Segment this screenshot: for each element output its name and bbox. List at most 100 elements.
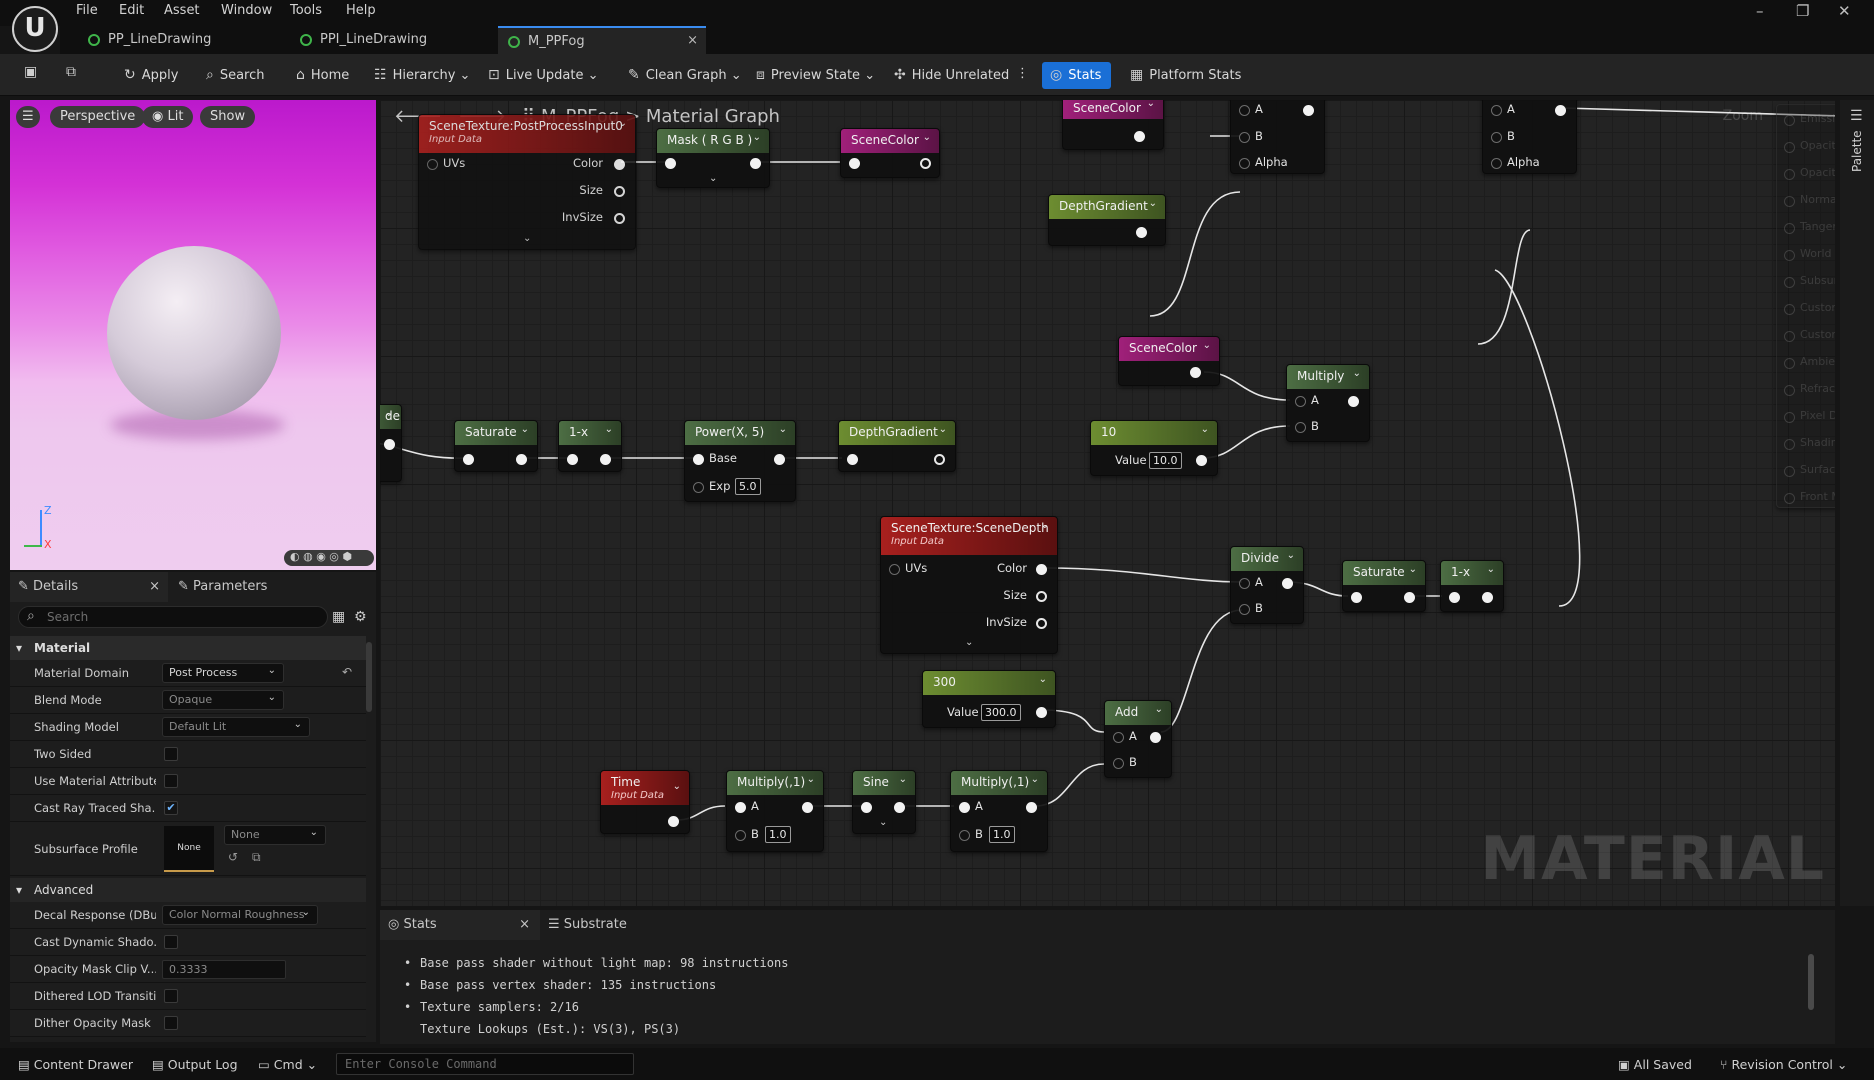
perspective-button[interactable]: Perspective [50,106,146,128]
pin-a[interactable] [1113,732,1124,743]
result-pin[interactable] [1784,115,1795,126]
result-pin[interactable] [1784,358,1795,369]
result-pin[interactable] [1784,223,1795,234]
node-multiply-mid[interactable]: Multiply ⌄ A B [1286,364,1370,442]
pin-b[interactable] [1239,604,1250,615]
content-drawer-button[interactable]: ▤ Content Drawer [18,1057,133,1072]
pin-invsize-out[interactable] [1036,618,1047,629]
result-pin[interactable] [1784,169,1795,180]
pin-uvs[interactable] [427,159,438,170]
output-log-button[interactable]: ▤ Output Log [152,1057,238,1072]
pin-input[interactable] [463,454,474,465]
pin-output[interactable] [600,454,611,465]
result-pin[interactable] [1784,493,1795,504]
pin-alpha[interactable] [1491,158,1502,169]
viewport-menu-icon[interactable]: ☰ [16,106,40,128]
close-stats-icon[interactable]: × [519,917,530,932]
pin-input[interactable] [849,158,860,169]
hierarchy-button[interactable]: ☷ Hierarchy ⌄ [374,67,470,83]
cast-ray-traced-checkbox[interactable]: ✔ [164,801,178,815]
pin-b[interactable] [1491,132,1502,143]
use-selected-icon[interactable]: ↺ [228,850,238,864]
pin-input[interactable] [567,454,578,465]
material-graph-canvas[interactable]: 🡐 🡒 ⠿ M_PPFog > Material Graph Zoom MATE… [380,100,1835,906]
pin-b[interactable] [959,830,970,841]
palette-menu-icon[interactable]: ☰ [1850,108,1863,124]
pin-invsize-out[interactable] [614,213,625,224]
tab-stats[interactable]: ◎ Stats × [380,910,540,940]
result-pin[interactable] [1784,331,1795,342]
settings-gear-icon[interactable]: ⚙ [354,609,367,625]
blend-mode-combo[interactable]: Opaque ⌄ [162,690,284,710]
section-advanced[interactable]: ▾ Advanced [10,878,366,902]
node-scene-texture-postprocess[interactable]: SceneTexture:PostProcessInput0 Input Data… [418,114,636,250]
details-scrollbar[interactable] [366,642,372,712]
pin-b[interactable] [1113,758,1124,769]
hide-unrelated-button[interactable]: ✣ Hide Unrelated [894,67,1009,83]
menu-help[interactable]: Help [346,3,376,18]
pin-input[interactable] [1351,592,1362,603]
node-depth-gradient-mid[interactable]: DepthGradient ⌄ [838,420,956,472]
result-pin[interactable] [1784,439,1795,450]
pin-color-out[interactable] [1036,564,1047,575]
pin-a[interactable] [1239,578,1250,589]
console-command-input[interactable]: Enter Console Command [336,1053,634,1075]
pin-output[interactable] [1282,578,1293,589]
pin-output[interactable] [1348,396,1359,407]
preview-state-button[interactable]: ⧈ Preview State ⌄ [756,67,875,83]
b-value-input[interactable]: 1.0 [765,826,791,843]
pin-output[interactable] [1303,105,1314,116]
decal-response-combo[interactable]: Color Normal Roughness ⌄ [162,905,318,925]
minimize-button[interactable]: – [1756,2,1764,20]
pin-a[interactable] [959,802,970,813]
close-window-button[interactable]: ✕ [1838,2,1851,20]
node-one-minus-2[interactable]: 1-x ⌄ [1440,560,1504,612]
pin-b[interactable] [1239,132,1250,143]
use-material-attributes-checkbox[interactable] [164,774,178,788]
subsurface-profile-combo[interactable]: None ⌄ [224,825,326,845]
pin-size-out[interactable] [1036,591,1047,602]
menu-tools[interactable]: Tools [290,3,322,18]
node-scene-color-mid[interactable]: SceneColor ⌄ [1118,336,1220,386]
two-sided-checkbox[interactable] [164,747,178,761]
opacity-mask-clip-input[interactable]: 0.3333 [162,960,286,979]
table-view-icon[interactable]: ▦ [332,609,345,625]
cast-dynamic-shadow-checkbox[interactable] [164,935,178,949]
tab-pp-linedrawing[interactable]: PP_LineDrawing [78,26,221,54]
pin-output[interactable] [1196,455,1207,466]
node-divide[interactable]: Divide ⌄ A B [1230,546,1304,624]
result-pin[interactable] [1784,250,1795,261]
node-constant-300[interactable]: 300 ⌄ Value 300.0 [922,670,1056,728]
search-button[interactable]: ⌕ Search [206,67,265,83]
node-lerp-1[interactable]: A B Alpha [1230,100,1325,174]
pin-alpha[interactable] [1239,158,1250,169]
expand-chevron-icon[interactable]: ⌄ [879,817,887,828]
result-pin[interactable] [1784,412,1795,423]
revision-control-button[interactable]: ⑂ Revision Control ⌄ [1720,1057,1847,1072]
dither-opacity-mask-checkbox[interactable] [164,1016,178,1030]
pin-output[interactable] [1555,105,1566,116]
node-add[interactable]: Add ⌄ A B [1104,700,1172,778]
pin-output[interactable] [750,158,761,169]
live-update-button[interactable]: ⊡ Live Update ⌄ [488,67,599,83]
pin-output[interactable] [1190,367,1201,378]
result-pin[interactable] [1784,304,1795,315]
details-search-input[interactable]: ⌕ Search [18,606,328,628]
expand-chevron-icon[interactable]: ⌄ [523,233,531,244]
tab-palette[interactable]: Palette [1850,130,1864,172]
tab-substrate[interactable]: ☰ Substrate [548,910,627,940]
node-cut-off[interactable]: de ⌄ [380,404,402,482]
node-scene-depth[interactable]: SceneTexture:SceneDepth Input Data ⌄ UVs C… [880,516,1058,654]
pin-uvs[interactable] [889,564,900,575]
expand-chevron-icon[interactable]: ⌄ [709,173,717,184]
stats-button[interactable]: ◎ Stats [1042,62,1112,89]
b-value-input[interactable]: 1.0 [989,826,1015,843]
menu-file[interactable]: File [76,3,98,18]
tab-parameters[interactable]: ✎ Parameters [178,572,267,602]
restore-button[interactable]: ❐ [1796,2,1809,20]
shading-model-combo[interactable]: Default Lit ⌄ [162,717,310,737]
browse-asset-icon[interactable]: ⧉ [252,850,261,865]
pin-a[interactable] [1239,105,1250,116]
material-domain-combo[interactable]: Post Process ⌄ [162,663,284,683]
save-icon[interactable]: ▣ [24,64,43,80]
